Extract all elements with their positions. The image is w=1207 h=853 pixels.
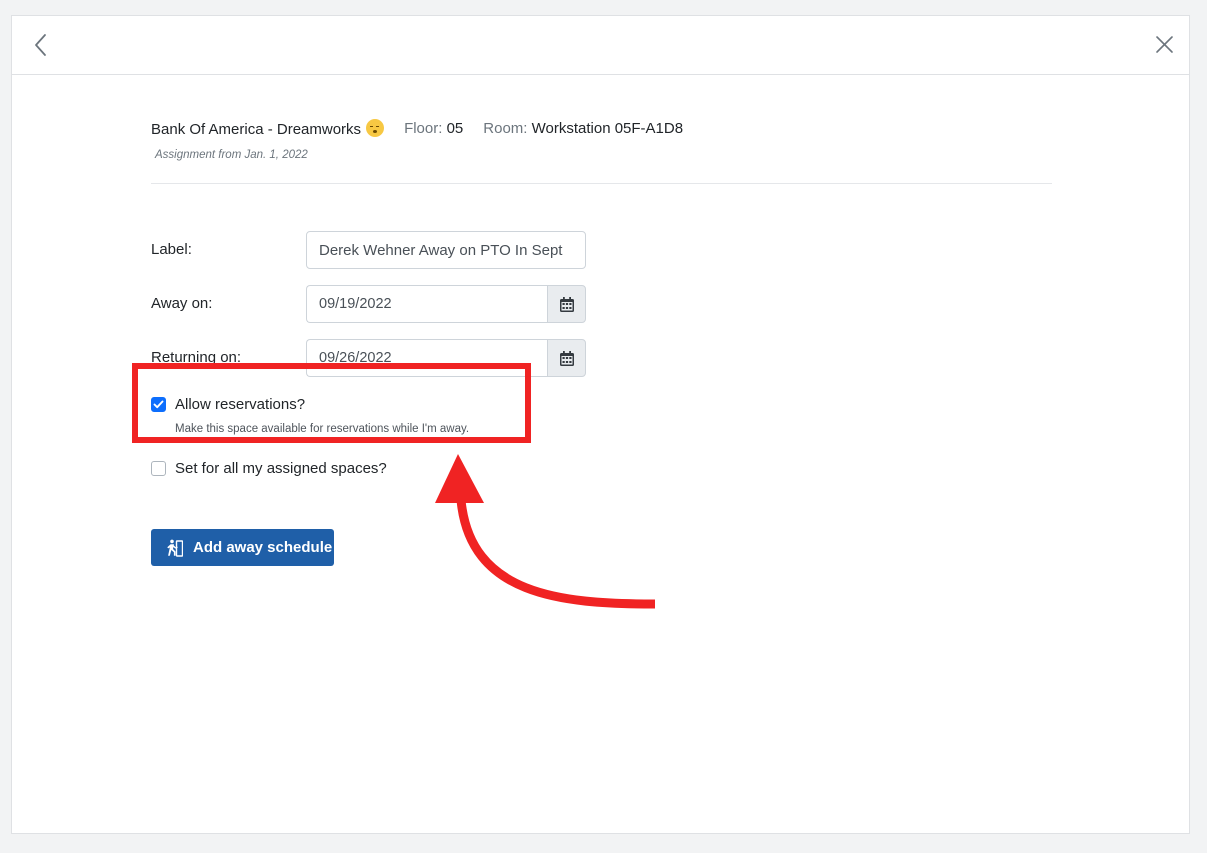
room-info: Room: Workstation 05F-A1D8 (483, 120, 683, 137)
allow-reservations-label[interactable]: Allow reservations? (175, 396, 305, 413)
floor-info: Floor: 05 (404, 120, 463, 137)
location-summary: Bank Of America - Dreamworks Floor: 05 R… (151, 116, 703, 140)
running-person-icon (167, 539, 183, 557)
set-all-spaces-label[interactable]: Set for all my assigned spaces? (175, 460, 387, 477)
allow-reservations-row: Allow reservations? (151, 396, 305, 413)
floor-value: 05 (446, 119, 464, 137)
set-all-spaces-checkbox[interactable] (151, 461, 166, 476)
away-on-input[interactable] (306, 285, 547, 323)
panel-header (12, 16, 1189, 75)
divider (151, 183, 1052, 184)
allow-reservations-checkbox[interactable] (151, 397, 166, 412)
close-button[interactable] (1152, 33, 1176, 57)
chevron-left-icon (35, 34, 46, 56)
set-all-spaces-row: Set for all my assigned spaces? (151, 460, 387, 477)
calendar-icon (559, 296, 574, 312)
add-away-schedule-label: Add away schedule (193, 539, 333, 556)
away-schedule-panel: Bank Of America - Dreamworks Floor: 05 R… (11, 15, 1190, 834)
floor-label: Floor: (404, 119, 443, 137)
site-name-text: Bank Of America - Dreamworks (151, 120, 362, 138)
room-label: Room: (483, 119, 528, 137)
calendar-icon (559, 350, 574, 366)
label-input[interactable] (306, 231, 586, 269)
away-on-date-group (306, 285, 586, 323)
site-name: Bank Of America - Dreamworks (151, 118, 385, 138)
checkmark-icon (153, 400, 164, 409)
returning-on-label: Returning on: (151, 349, 242, 366)
returning-on-calendar-button[interactable] (547, 339, 586, 377)
returning-on-date-group (306, 339, 586, 377)
label-field-label: Label: (151, 241, 192, 258)
allow-reservations-help: Make this space available for reservatio… (175, 423, 470, 435)
away-on-calendar-button[interactable] (547, 285, 586, 323)
back-button[interactable] (29, 33, 53, 57)
close-icon (1156, 36, 1173, 53)
room-value: Workstation 05F-A1D8 (531, 119, 684, 137)
returning-on-input[interactable] (306, 339, 547, 377)
add-away-schedule-button[interactable]: Add away schedule (151, 529, 334, 566)
sleeping-face-icon (366, 118, 385, 137)
assignment-date: Assignment from Jan. 1, 2022 (155, 149, 308, 161)
away-on-label: Away on: (151, 295, 213, 312)
